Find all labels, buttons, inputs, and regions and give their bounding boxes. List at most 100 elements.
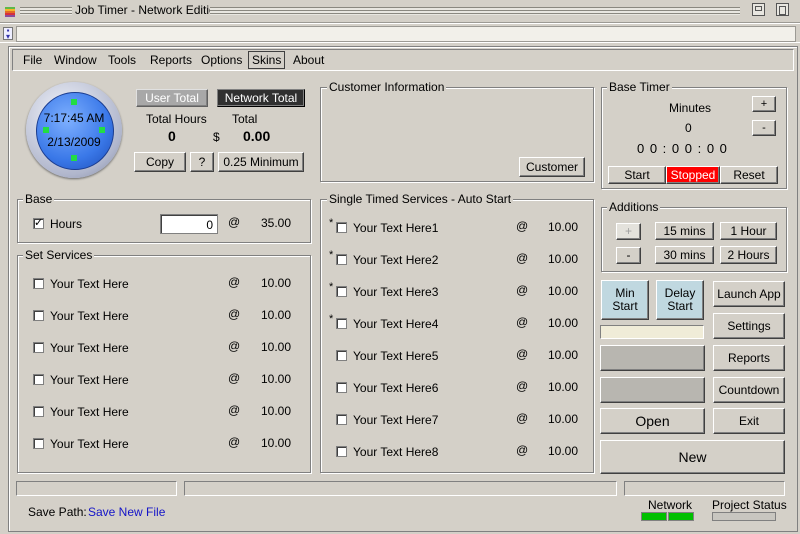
minutes-minus-button[interactable]: - — [752, 120, 776, 136]
menu-window[interactable]: Window — [54, 53, 97, 67]
add-30-mins-button[interactable]: 30 mins — [655, 246, 714, 264]
single-services-title: Single Timed Services - Auto Start — [327, 192, 514, 206]
auto-start-star: * — [329, 249, 334, 261]
set-service-checkbox[interactable] — [33, 438, 44, 449]
network-indicator — [668, 512, 694, 521]
menu-file[interactable]: File — [23, 53, 42, 67]
minimum-button[interactable]: 0.25 Minimum — [218, 152, 304, 172]
single-service-checkbox[interactable] — [336, 382, 347, 393]
add-2-hours-button[interactable]: 2 Hours — [720, 246, 777, 264]
minutes-value: 0 — [685, 121, 692, 135]
status-field-right — [624, 481, 785, 496]
network-total-toggle[interactable]: Network Total — [217, 89, 305, 107]
single-service-checkbox[interactable] — [336, 222, 347, 233]
set-service-at-sign: @ — [228, 339, 241, 353]
customer-button[interactable]: Customer — [519, 157, 585, 177]
additions-title: Additions — [607, 200, 661, 214]
hours-label: Hours — [50, 217, 83, 231]
launch-app-button[interactable]: Launch App — [713, 281, 785, 307]
menu-tools[interactable]: Tools — [108, 53, 136, 67]
single-service-label: Your Text Here1 — [353, 221, 439, 235]
customer-info-title: Customer Information — [327, 80, 447, 94]
set-service-checkbox[interactable] — [33, 406, 44, 417]
timer-reset-button[interactable]: Reset — [720, 166, 778, 184]
single-service-label: Your Text Here6 — [353, 381, 439, 395]
apple-logo-icon — [5, 7, 15, 17]
single-service-rate: 10.00 — [548, 444, 579, 458]
single-service-checkbox[interactable] — [336, 286, 347, 297]
single-service-checkbox[interactable] — [336, 350, 347, 361]
single-service-checkbox[interactable] — [336, 254, 347, 265]
single-service-at-sign: @ — [516, 411, 529, 425]
set-service-label: Your Text Here — [50, 309, 129, 323]
single-service-checkbox[interactable] — [336, 414, 347, 425]
single-service-at-sign: @ — [516, 379, 529, 393]
additions-plus-button[interactable]: + — [616, 223, 641, 240]
project-status-label: Project Status — [712, 498, 787, 512]
set-service-label: Your Text Here — [50, 437, 129, 451]
set-service-label: Your Text Here — [50, 405, 129, 419]
single-service-label: Your Text Here8 — [353, 445, 439, 459]
settings-button[interactable]: Settings — [713, 313, 785, 339]
timer-display: 0 0 : 0 0 : 0 0 — [637, 141, 728, 156]
countdown-button[interactable]: Countdown — [713, 377, 785, 403]
single-service-rate: 10.00 — [548, 220, 579, 234]
single-service-rate: 10.00 — [548, 348, 579, 362]
set-service-checkbox[interactable] — [33, 278, 44, 289]
additions-minus-button[interactable]: - — [616, 247, 641, 264]
single-service-rate: 10.00 — [548, 284, 579, 298]
single-service-checkbox[interactable] — [336, 318, 347, 329]
blank-button-2[interactable] — [600, 377, 705, 403]
menu-skins[interactable]: Skins — [248, 51, 286, 69]
single-service-label: Your Text Here4 — [353, 317, 439, 331]
save-new-file-link[interactable]: Save New File — [88, 505, 165, 519]
set-service-checkbox[interactable] — [33, 310, 44, 321]
title-grip-right[interactable] — [210, 7, 740, 15]
hours-checkbox[interactable]: ✓ — [33, 218, 44, 229]
reports-button[interactable]: Reports — [713, 345, 785, 371]
zoom-window-icon[interactable] — [776, 3, 789, 16]
total-amount-value: 0.00 — [243, 128, 271, 144]
new-button[interactable]: New — [600, 440, 785, 474]
set-service-checkbox[interactable] — [33, 342, 44, 353]
menu-about[interactable]: About — [293, 53, 324, 67]
set-services-title: Set Services — [23, 248, 95, 262]
single-service-label: Your Text Here7 — [353, 413, 439, 427]
user-total-toggle[interactable]: User Total — [136, 89, 208, 107]
exit-button[interactable]: Exit — [713, 408, 785, 434]
base-timer-title: Base Timer — [607, 80, 672, 94]
single-service-label: Your Text Here2 — [353, 253, 439, 267]
project-status-indicator — [712, 512, 776, 521]
single-service-at-sign: @ — [516, 347, 529, 361]
single-service-checkbox[interactable] — [336, 446, 347, 457]
menu-reports[interactable]: Reports — [150, 53, 192, 67]
minutes-plus-button[interactable]: + — [752, 96, 776, 112]
add-15-mins-button[interactable]: 15 mins — [655, 222, 714, 240]
total-hours-label: Total Hours — [146, 112, 207, 126]
collapse-window-icon[interactable] — [752, 3, 765, 16]
copy-button[interactable]: Copy — [134, 152, 186, 172]
window-title: Job Timer - Network Edition — [75, 3, 223, 17]
blank-button-1[interactable] — [600, 345, 705, 371]
add-1-hour-button[interactable]: 1 Hour — [720, 222, 777, 240]
delay-start-button[interactable]: Delay Start — [656, 280, 704, 320]
toolbar-toggle-icon[interactable]: ▪ ▾ — [3, 27, 13, 41]
set-service-checkbox[interactable] — [33, 374, 44, 385]
clock-marker-icon — [99, 127, 105, 133]
auto-start-star: * — [329, 217, 334, 229]
single-service-at-sign: @ — [516, 315, 529, 329]
menu-options[interactable]: Options — [201, 53, 242, 67]
min-start-button[interactable]: Min Start — [601, 280, 649, 320]
hours-input[interactable]: 0 — [160, 214, 218, 234]
set-service-at-sign: @ — [228, 371, 241, 385]
open-button[interactable]: Open — [600, 408, 705, 434]
set-service-rate: 10.00 — [261, 276, 292, 290]
base-title: Base — [23, 192, 55, 206]
help-button[interactable]: ? — [190, 152, 214, 172]
set-service-at-sign: @ — [228, 307, 241, 321]
single-service-at-sign: @ — [516, 251, 529, 265]
base-rate: 35.00 — [261, 216, 292, 230]
timer-start-button[interactable]: Start — [608, 166, 666, 184]
set-service-label: Your Text Here — [50, 373, 129, 387]
title-grip[interactable] — [20, 7, 72, 15]
